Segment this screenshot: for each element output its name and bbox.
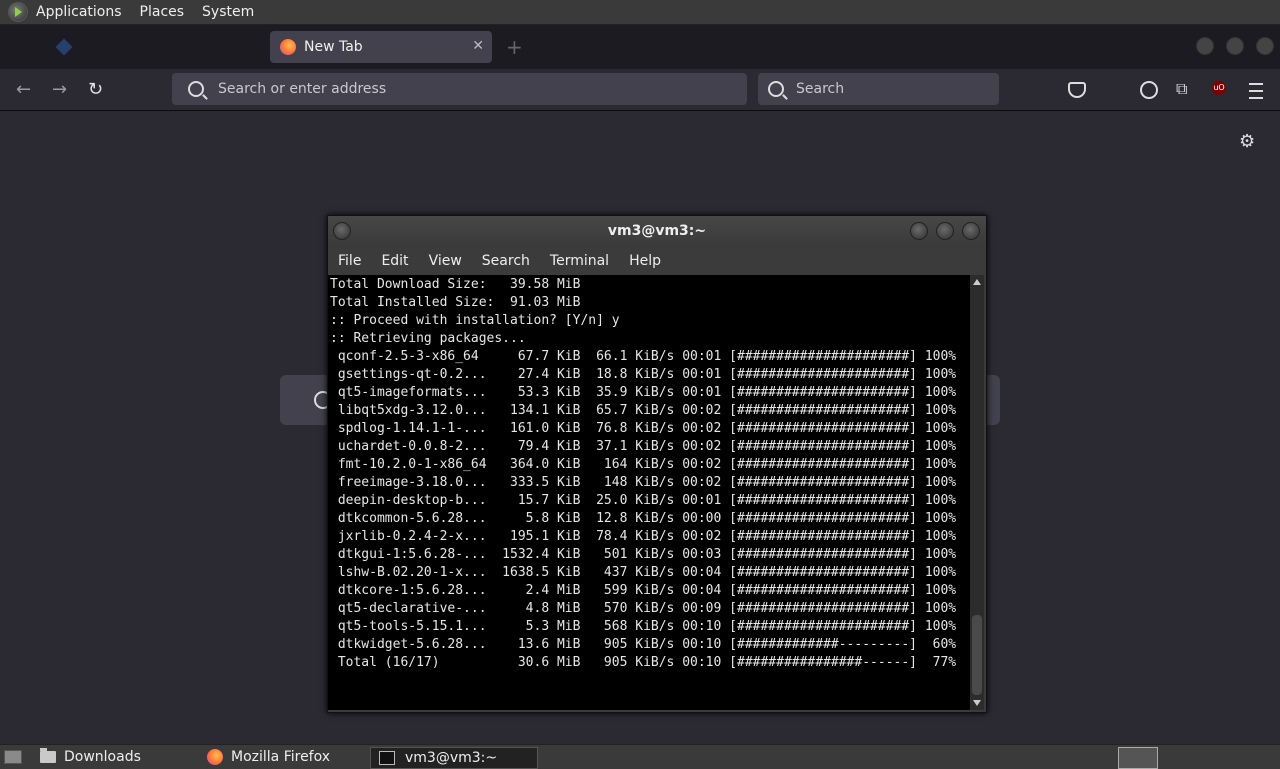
task-label: vm3@vm3:~ — [405, 750, 498, 766]
search-placeholder: Search — [796, 81, 845, 97]
distro-logo-icon[interactable] — [8, 2, 28, 22]
terminal-line: qconf-2.5-3-x86_64 67.7 KiB 66.1 KiB/s 0… — [330, 349, 957, 364]
terminal-title: vm3@vm3:~ — [607, 223, 707, 239]
task-terminal[interactable]: vm3@vm3:~ — [370, 747, 538, 769]
account-icon[interactable] — [1140, 81, 1158, 99]
maximize-button[interactable] — [1226, 37, 1244, 55]
terminal-line: :: Retrieving packages... — [330, 331, 526, 346]
workspace-switcher[interactable] — [1118, 747, 1158, 769]
new-tab-plus-icon[interactable]: + — [506, 35, 523, 59]
top-panel: Applications Places System — [0, 0, 1280, 25]
firefox-icon — [207, 749, 223, 765]
terminal-line: Total Installed Size: 91.03 MiB — [330, 295, 581, 310]
extensions-icon[interactable]: ⧉ — [1176, 80, 1194, 98]
terminal-line: qt5-imageformats... 53.3 KiB 35.9 KiB/s … — [330, 385, 957, 400]
menu-applications[interactable]: Applications — [36, 4, 122, 20]
window-controls — [1196, 37, 1274, 55]
menu-help[interactable]: Help — [629, 253, 661, 269]
terminal-line: spdlog-1.14.1-1-... 161.0 KiB 76.8 KiB/s… — [330, 421, 957, 436]
terminal-line: dtkcommon-5.6.28... 5.8 KiB 12.8 KiB/s 0… — [330, 511, 957, 526]
task-firefox[interactable]: Mozilla Firefox — [207, 747, 330, 767]
terminal-close-button[interactable] — [962, 222, 980, 240]
terminal-line: dtkcore-1:5.6.28... 2.4 MiB 599 KiB/s 00… — [330, 583, 957, 598]
menu-terminal[interactable]: Terminal — [550, 253, 609, 269]
terminal-output[interactable]: Total Download Size: 39.58 MiB Total Inst… — [328, 275, 970, 710]
terminal-icon — [379, 751, 395, 765]
menu-search[interactable]: Search — [482, 253, 530, 269]
settings-gear-icon[interactable]: ⚙ — [1239, 131, 1255, 152]
terminal-line: lshw-B.02.20-1-x... 1638.5 KiB 437 KiB/s… — [330, 565, 957, 580]
task-downloads[interactable]: Downloads — [40, 747, 141, 767]
tab-favicon-icon — [55, 38, 73, 56]
terminal-minimize-button[interactable] — [910, 222, 928, 240]
firefox-icon — [280, 39, 296, 55]
terminal-line: dtkgui-1:5.6.28-... 1532.4 KiB 501 KiB/s… — [330, 547, 957, 562]
close-window-button[interactable] — [1256, 37, 1274, 55]
scroll-thumb[interactable] — [972, 615, 982, 695]
terminal-line: jxrlib-0.2.4-2-x... 195.1 KiB 78.4 KiB/s… — [330, 529, 957, 544]
terminal-line: Total (16/17) 30.6 MiB 905 KiB/s 00:10 [… — [330, 655, 957, 670]
close-tab-icon[interactable]: ✕ — [472, 38, 484, 54]
scroll-down-icon[interactable] — [973, 700, 981, 706]
show-desktop-icon[interactable] — [4, 750, 22, 764]
url-bar[interactable]: Search or enter address — [172, 73, 747, 105]
tab-title: New Tab — [304, 39, 363, 55]
terminal-maximize-button[interactable] — [936, 222, 954, 240]
terminal-titlebar[interactable]: vm3@vm3:~ — [328, 216, 986, 247]
terminal-line: libqt5xdg-3.12.0... 134.1 KiB 65.7 KiB/s… — [330, 403, 957, 418]
terminal-scrollbar[interactable] — [970, 275, 984, 710]
terminal-line: freeimage-3.18.0... 333.5 KiB 148 KiB/s … — [330, 475, 957, 490]
menu-hamburger-icon[interactable] — [1249, 83, 1263, 99]
minimize-button[interactable] — [1196, 37, 1214, 55]
background-tab[interactable] — [50, 31, 260, 63]
search-bar[interactable]: Search — [758, 73, 999, 105]
terminal-line: deepin-desktop-b... 15.7 KiB 25.0 KiB/s … — [330, 493, 957, 508]
terminal-line: uchardet-0.0.8-2... 79.4 KiB 37.1 KiB/s … — [330, 439, 957, 454]
window-menu-button[interactable] — [333, 222, 351, 240]
terminal-line: Total Download Size: 39.58 MiB — [330, 277, 581, 292]
terminal-line: qt5-tools-5.15.1... 5.3 MiB 568 KiB/s 00… — [330, 619, 957, 634]
search-icon — [188, 81, 204, 97]
folder-icon — [40, 748, 56, 763]
terminal-line: gsettings-qt-0.2... 27.4 KiB 18.8 KiB/s … — [330, 367, 957, 382]
menu-edit[interactable]: Edit — [381, 253, 408, 269]
scroll-up-icon[interactable] — [973, 279, 981, 285]
menu-system[interactable]: System — [202, 4, 254, 20]
task-label: Downloads — [64, 749, 141, 765]
terminal-line: :: Proceed with installation? [Y/n] y — [330, 313, 620, 328]
terminal-window[interactable]: vm3@vm3:~ File Edit View Search Terminal… — [327, 215, 987, 713]
terminal-lines: Total Download Size: 39.58 MiB Total Inst… — [328, 275, 970, 672]
menu-file[interactable]: File — [338, 253, 361, 269]
url-placeholder: Search or enter address — [218, 81, 387, 97]
terminal-menubar: File Edit View Search Terminal Help — [328, 247, 986, 275]
tab-new-tab[interactable]: New Tab ✕ — [270, 31, 492, 63]
back-arrow-icon[interactable]: ← — [16, 79, 31, 100]
menu-places[interactable]: Places — [140, 4, 185, 20]
menu-view[interactable]: View — [429, 253, 462, 269]
ublock-origin-icon[interactable]: uO — [1212, 81, 1226, 95]
tab-strip: New Tab ✕ + — [0, 25, 1280, 69]
terminal-line: dtkwidget-5.6.28... 13.6 MiB 905 KiB/s 0… — [330, 637, 957, 652]
terminal-line: qt5-declarative-... 4.8 MiB 570 KiB/s 00… — [330, 601, 957, 616]
task-label: Mozilla Firefox — [231, 749, 331, 765]
search-icon — [768, 81, 784, 97]
reload-icon[interactable]: ↻ — [88, 79, 103, 100]
forward-arrow-icon[interactable]: → — [52, 79, 67, 100]
bottom-taskbar: Downloads Mozilla Firefox vm3@vm3:~ — [0, 744, 1280, 769]
terminal-line: fmt-10.2.0-1-x86_64 364.0 KiB 164 KiB/s … — [330, 457, 957, 472]
terminal-window-controls — [910, 222, 980, 240]
